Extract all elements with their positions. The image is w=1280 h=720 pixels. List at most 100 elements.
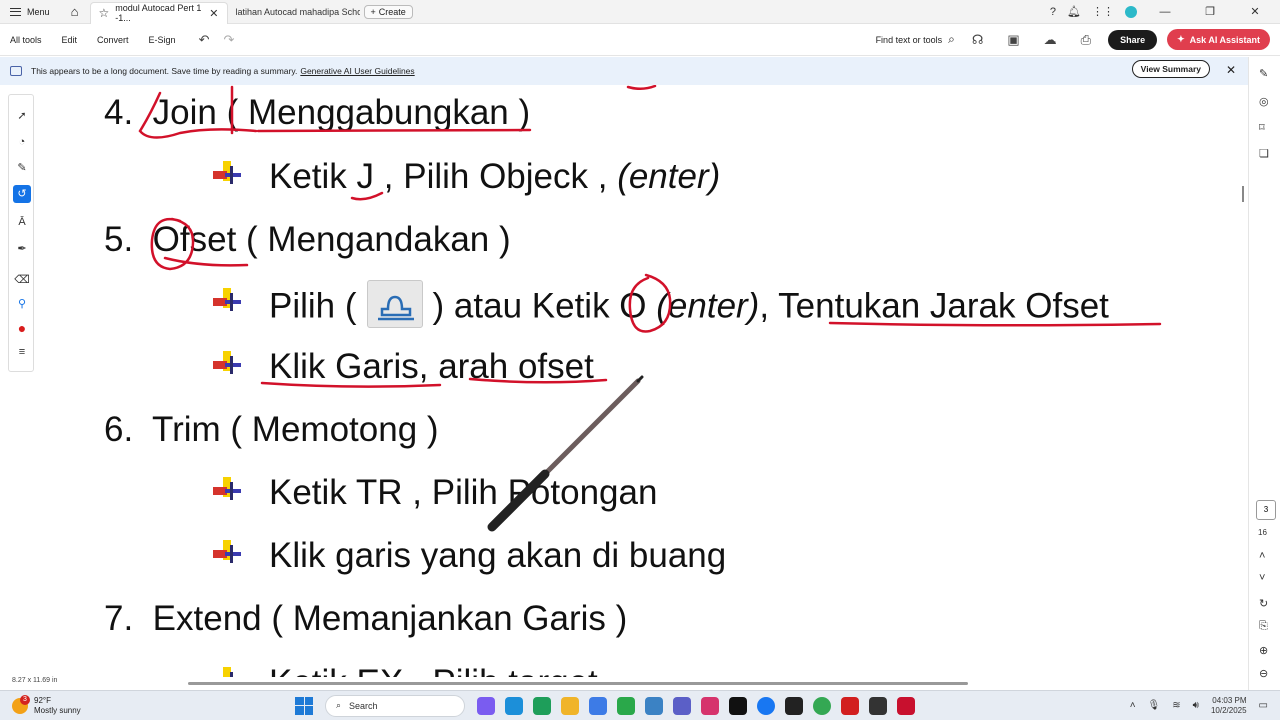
pin-tool-icon[interactable]: ⚲	[13, 295, 31, 313]
windows-taskbar: 3 92°F Mostly sunny ⌕ Search ˄ 🎙︎ ≋ 🔊︎ 0	[0, 690, 1280, 720]
copilot-app-icon[interactable]	[477, 696, 495, 715]
color-picker-icon[interactable]: ●	[13, 319, 31, 337]
hamburger-icon	[10, 7, 21, 16]
redo-icon[interactable]: ↷	[216, 32, 241, 48]
facebook-app-icon[interactable]	[757, 696, 775, 715]
wifi-icon[interactable]: ≋	[1172, 700, 1180, 711]
find-label: Find text or tools	[875, 34, 943, 45]
chrome-app-icon[interactable]	[533, 696, 551, 715]
taskbar-search[interactable]: ⌕ Search	[325, 694, 465, 717]
text-box-tool-icon[interactable]: Ā	[13, 213, 31, 231]
page-up-icon[interactable]: ˄	[1259, 550, 1265, 562]
all-tools-button[interactable]: All tools	[0, 35, 52, 45]
undo-icon[interactable]: ↶	[192, 32, 217, 48]
edit-button[interactable]: Edit	[52, 35, 88, 45]
create-button[interactable]: + Create	[363, 4, 413, 19]
volume-icon[interactable]: 🔊︎	[1193, 700, 1199, 711]
pen-tip	[636, 375, 644, 383]
save-icon[interactable]: ▣	[1000, 32, 1026, 48]
ai-guidelines-link[interactable]: Generative AI User Guidelines	[300, 66, 414, 76]
share-button[interactable]: Share	[1108, 29, 1158, 50]
ai-chat-icon[interactable]: ◎	[1259, 95, 1269, 108]
minimize-icon[interactable]: —	[1148, 6, 1182, 18]
draw-tool-icon[interactable]: ↺	[13, 185, 31, 203]
capcut-app-icon[interactable]	[785, 696, 803, 715]
meet-app-icon[interactable]	[617, 696, 635, 715]
bullet-icon	[213, 540, 245, 570]
current-page-field[interactable]: 3	[1256, 500, 1276, 520]
select-tool-icon[interactable]: ➚	[13, 107, 31, 125]
convert-button[interactable]: Convert	[87, 35, 139, 45]
item-5-bullet-1: Pilih ( ) atau Ketik O (enter), Tentukan…	[269, 280, 1109, 332]
find-tools[interactable]: Find text or tools ⌕	[876, 32, 955, 47]
star-icon[interactable]: ☆	[99, 6, 110, 20]
weather-widget[interactable]: 3 92°F Mostly sunny	[0, 694, 260, 716]
edge-app-icon[interactable]	[505, 696, 523, 715]
tab-latihan-autocad[interactable]: latihan Autocad mahadipa Scho...	[228, 1, 360, 23]
comment-panel-icon[interactable]: ✎	[1259, 67, 1268, 80]
vertical-scroll-thumb[interactable]	[1242, 186, 1244, 202]
page-down-icon[interactable]: ˅	[1259, 572, 1265, 584]
close-window-icon[interactable]: ✕	[1238, 5, 1272, 18]
bullet-icon	[213, 477, 245, 507]
print-icon[interactable]: ⎙	[1074, 32, 1098, 48]
document-page: 4. Join ( Menggabungkan ) Ketik J , Pili…	[0, 85, 1242, 677]
menu-button[interactable]: Menu	[0, 0, 60, 24]
todo-app-icon[interactable]	[645, 696, 663, 715]
restore-icon[interactable]: ❐	[1193, 5, 1227, 18]
eraser-tool-icon[interactable]: ⌫	[13, 271, 31, 289]
sign-tool-icon[interactable]: ✒	[13, 240, 31, 258]
microphone-icon[interactable]: 🎙︎	[1148, 700, 1161, 711]
bullet-icon	[213, 288, 245, 318]
store-app-icon[interactable]	[589, 696, 607, 715]
item-6-bullet-2: Klik garis yang akan di buang	[269, 536, 727, 575]
more-tools-icon[interactable]: ≡	[13, 343, 31, 361]
item-7-bullet-1: Ketik EX , Pilih target	[269, 663, 598, 677]
headphones-icon[interactable]: ☊	[965, 32, 991, 48]
profile-icon[interactable]	[1125, 5, 1137, 18]
upload-cloud-icon[interactable]: ☁	[1037, 32, 1064, 48]
teams-app-icon[interactable]	[673, 696, 691, 715]
page-fit-icon[interactable]: ⎘	[1259, 620, 1268, 633]
zoom-in-icon[interactable]: ⊕	[1259, 644, 1268, 657]
esign-button[interactable]: E-Sign	[139, 35, 186, 45]
horizontal-scrollbar[interactable]	[188, 682, 968, 685]
tab-modul-autocad[interactable]: ☆ modul Autocad Pert 1 -1... ✕	[89, 1, 228, 24]
clock[interactable]: 04:03 PM 10/2/2025	[1211, 696, 1247, 716]
copy-pages-icon[interactable]: ❏	[1259, 147, 1269, 160]
tiktok-app-icon[interactable]	[729, 696, 747, 715]
autocad-app-icon[interactable]	[897, 696, 915, 715]
chrome-profile-icon[interactable]	[813, 696, 831, 715]
help-icon[interactable]: ?	[1050, 6, 1056, 18]
rotate-icon[interactable]: ↻	[1259, 597, 1268, 610]
plus-icon: +	[370, 6, 376, 17]
instagram-app-icon[interactable]	[701, 696, 719, 715]
search-icon: ⌕	[948, 32, 955, 46]
comment-tool-icon[interactable]: ◔	[13, 133, 31, 151]
ai-assistant-button[interactable]: ✦ Ask AI Assistant	[1167, 29, 1270, 50]
notifications-icon[interactable]: ▭	[1259, 700, 1268, 711]
bell-icon[interactable]: 🔔︎	[1067, 5, 1081, 18]
app-icon[interactable]	[869, 696, 887, 715]
menu-label: Menu	[27, 6, 50, 17]
item-6-bullet-1: Ketik TR , Pilih Potongan	[269, 473, 658, 512]
home-icon[interactable]: ⌂	[60, 4, 90, 19]
close-banner-icon[interactable]: ✕	[1226, 63, 1236, 77]
zoom-out-icon[interactable]: ⊖	[1259, 667, 1268, 680]
view-summary-button[interactable]: View Summary	[1131, 60, 1210, 78]
close-tab-icon[interactable]: ✕	[209, 7, 218, 20]
chevron-up-icon[interactable]: ˄	[1130, 700, 1136, 711]
file-explorer-icon[interactable]	[561, 696, 579, 715]
item-4-number: 4.	[104, 93, 134, 132]
item-4-bullet-1: Ketik J , Pilih Objeck , (enter)	[269, 157, 720, 197]
text-part: , Pilih Objeck ,	[374, 157, 618, 196]
enter-hint: (enter)	[617, 157, 721, 196]
acrobat-app-icon[interactable]	[841, 696, 859, 715]
item-7-heading: 7. Extend ( Memanjankan Garis )	[104, 599, 627, 639]
start-button[interactable]	[295, 696, 313, 715]
bookmark-icon[interactable]: ⌑	[1259, 121, 1265, 134]
main-toolbar: All tools Edit Convert E-Sign ↶ ↷ Find t…	[0, 24, 1280, 56]
apps-grid-icon[interactable]: ⋮⋮	[1092, 5, 1114, 18]
system-tray: ˄ 🎙︎ ≋ 🔊︎ 04:03 PM 10/2/2025 ▭	[1130, 696, 1280, 716]
highlight-tool-icon[interactable]: ✎	[13, 159, 31, 177]
